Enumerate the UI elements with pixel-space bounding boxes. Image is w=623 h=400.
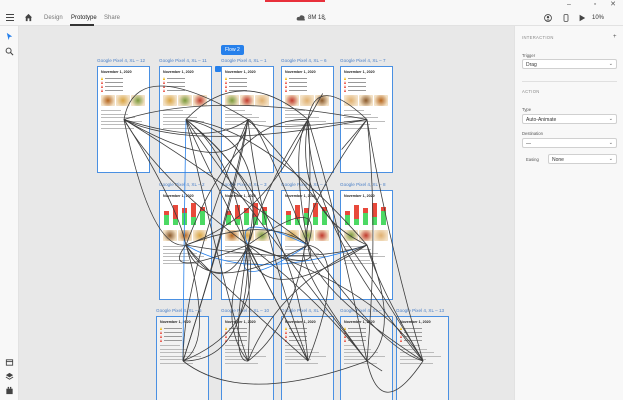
destination-select[interactable]: — ⌄ (522, 138, 617, 148)
trigger-select[interactable]: Drag ⌄ (522, 59, 617, 69)
easing-label: Easing (526, 157, 539, 162)
maximize-icon[interactable]: ▫ (586, 0, 604, 10)
home-icon[interactable] (24, 13, 33, 22)
cloud-icon (296, 15, 305, 21)
prototype-wire[interactable] (307, 95, 368, 120)
trigger-label: Trigger (522, 53, 536, 58)
destination-label: Destination (522, 131, 543, 136)
prototype-wire[interactable] (185, 244, 368, 257)
prototype-wire[interactable] (307, 119, 424, 362)
left-toolbar (0, 26, 19, 400)
prototype-wire[interactable] (303, 244, 368, 362)
panel-divider (522, 81, 617, 82)
type-label: Type (522, 107, 532, 112)
user-icon[interactable] (544, 14, 552, 22)
prototype-wire[interactable] (305, 119, 368, 246)
prototype-wire[interactable] (307, 244, 424, 362)
menu-icon[interactable] (6, 14, 14, 23)
play-icon[interactable] (578, 14, 586, 22)
prototype-wire[interactable] (182, 360, 368, 385)
prototype-wire[interactable] (123, 104, 368, 120)
add-interaction-icon[interactable]: + (613, 34, 617, 40)
prototype-wire[interactable] (185, 119, 309, 246)
easing-select[interactable]: None ⌄ (548, 154, 617, 164)
select-tool-icon[interactable] (5, 32, 14, 41)
prototype-wires (123, 85, 424, 393)
layers-icon[interactable] (5, 372, 14, 381)
prototype-wire[interactable] (307, 93, 323, 120)
tab-share[interactable]: Share (104, 15, 120, 21)
prototype-wire[interactable] (366, 360, 424, 393)
window-accent (265, 0, 325, 2)
chevron-down-icon: ⌄ (608, 61, 613, 67)
design-canvas[interactable]: Google Pixel 4, XL – 12 November 1, 2020 G… (19, 26, 514, 400)
plugins-icon[interactable] (5, 386, 14, 395)
interaction-heading: INTERACTION (522, 35, 554, 40)
chevron-down-icon[interactable]: ⌄ (322, 15, 327, 22)
chevron-down-icon: ⌄ (608, 140, 613, 146)
properties-panel: INTERACTION + Trigger Drag ⌄ ACTION Type … (514, 26, 623, 400)
title-bar: – ▫ ✕ Design Prototype Share 8M 18 ⌄ 10% (0, 0, 623, 26)
prototype-wire[interactable] (185, 119, 309, 246)
prototype-wire[interactable] (123, 119, 187, 246)
prototype-wire[interactable] (366, 244, 424, 362)
prototype-wire[interactable] (185, 119, 368, 246)
prototype-wire[interactable] (307, 244, 424, 362)
close-icon[interactable]: ✕ (604, 0, 622, 10)
tab-design[interactable]: Design (44, 15, 63, 21)
documents-icon[interactable] (5, 358, 14, 367)
chevron-down-icon: ⌄ (608, 116, 613, 122)
type-select[interactable]: Auto-Animate ⌄ (522, 114, 617, 124)
zoom-tool-icon[interactable] (5, 47, 14, 56)
action-heading: ACTION (522, 89, 540, 94)
prototype-wire[interactable] (341, 119, 368, 150)
tab-prototype[interactable]: Prototype (71, 15, 97, 21)
flow-start-button[interactable]: Flow 2 (221, 45, 244, 55)
minimize-icon[interactable]: – (560, 0, 578, 10)
flow-home-icon[interactable] (215, 66, 221, 72)
prototype-wire[interactable] (366, 244, 385, 362)
prototype-wire[interactable] (366, 119, 424, 362)
prototype-wire[interactable] (307, 244, 329, 362)
mobile-icon[interactable] (562, 14, 570, 22)
zoom-level[interactable]: 10% (592, 15, 604, 21)
prototype-wire[interactable] (123, 119, 187, 246)
chevron-down-icon: ⌄ (608, 156, 613, 162)
